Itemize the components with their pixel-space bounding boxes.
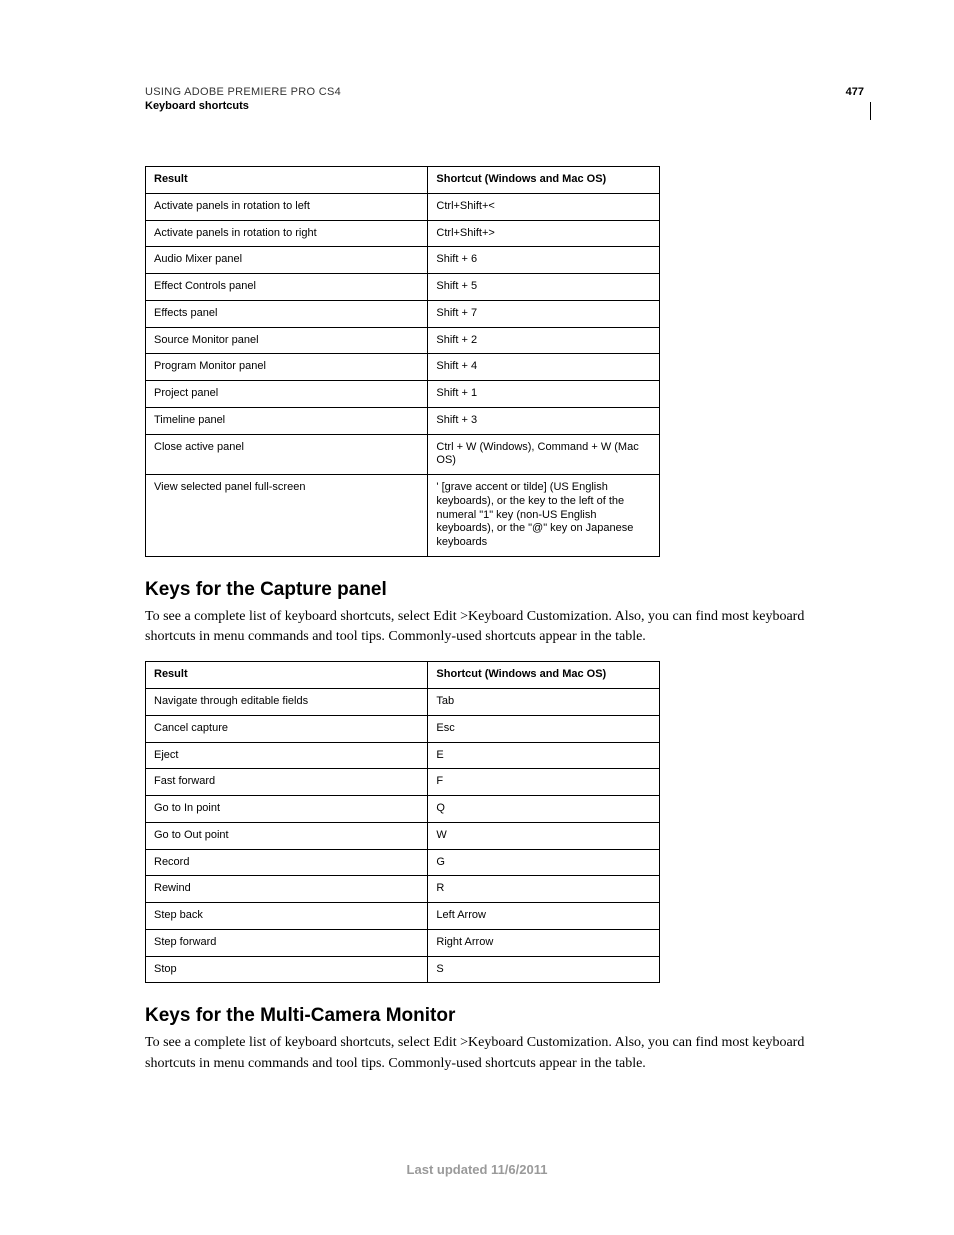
cell-result: Activate panels in rotation to right [146,220,428,247]
cell-shortcut: G [428,849,660,876]
table1-body: Activate panels in rotation to leftCtrl+… [146,193,660,556]
cell-shortcut: Shift + 6 [428,247,660,274]
table-row: Cancel captureEsc [146,715,660,742]
cell-result: Source Monitor panel [146,327,428,354]
cell-result: Step back [146,903,428,930]
heading-multicam: Keys for the Multi-Camera Monitor [145,1005,845,1027]
table-row: Go to Out pointW [146,822,660,849]
cell-shortcut: R [428,876,660,903]
cell-result: Navigate through editable fields [146,689,428,716]
cell-shortcut: S [428,956,660,983]
heading-capture: Keys for the Capture panel [145,579,845,601]
cell-result: Stop [146,956,428,983]
table-row: Source Monitor panelShift + 2 [146,327,660,354]
table-row: Close active panelCtrl + W (Windows), Co… [146,434,660,475]
cell-shortcut: Tab [428,689,660,716]
cell-shortcut: Shift + 3 [428,407,660,434]
cell-shortcut: W [428,822,660,849]
page-number-rule [870,102,871,120]
cell-result: Audio Mixer panel [146,247,428,274]
table-row: Fast forwardF [146,769,660,796]
col-header-result: Result [146,662,428,689]
col-header-shortcut: Shortcut (Windows and Mac OS) [428,662,660,689]
table-row: View selected panel full-screen' [grave … [146,475,660,557]
table-row: EjectE [146,742,660,769]
cell-result: Fast forward [146,769,428,796]
table-row: Effects panelShift + 7 [146,300,660,327]
table-row: Step forwardRight Arrow [146,929,660,956]
cell-shortcut: Ctrl+Shift+< [428,193,660,220]
cell-result: Close active panel [146,434,428,475]
table-row: RewindR [146,876,660,903]
table-row: StopS [146,956,660,983]
cell-result: Cancel capture [146,715,428,742]
cell-result: Program Monitor panel [146,354,428,381]
table-row: Timeline panelShift + 3 [146,407,660,434]
cell-result: Step forward [146,929,428,956]
cell-result: Effects panel [146,300,428,327]
table-row: Project panelShift + 1 [146,381,660,408]
table-row: Navigate through editable fieldsTab [146,689,660,716]
cell-shortcut: Right Arrow [428,929,660,956]
cell-result: Effect Controls panel [146,274,428,301]
cell-shortcut: Esc [428,715,660,742]
cell-shortcut: Left Arrow [428,903,660,930]
cell-result: Activate panels in rotation to left [146,193,428,220]
cell-shortcut: Shift + 5 [428,274,660,301]
cell-shortcut: E [428,742,660,769]
cell-shortcut: Ctrl + W (Windows), Command + W (Mac OS) [428,434,660,475]
page-header: USING ADOBE PREMIERE PRO CS4 Keyboard sh… [145,86,864,112]
intro-capture: To see a complete list of keyboard short… [145,607,845,648]
cell-shortcut: Shift + 4 [428,354,660,381]
table-header-row: Result Shortcut (Windows and Mac OS) [146,167,660,194]
cell-shortcut: ' [grave accent or tilde] (US English ke… [428,475,660,557]
table2-body: Navigate through editable fieldsTabCance… [146,689,660,983]
cell-shortcut: Q [428,796,660,823]
table-header-row: Result Shortcut (Windows and Mac OS) [146,662,660,689]
cell-result: Go to In point [146,796,428,823]
table-row: Go to In pointQ [146,796,660,823]
table-row: Activate panels in rotation to leftCtrl+… [146,193,660,220]
cell-result: Record [146,849,428,876]
cell-result: Rewind [146,876,428,903]
table-row: Audio Mixer panelShift + 6 [146,247,660,274]
shortcuts-table-capture: Result Shortcut (Windows and Mac OS) Nav… [145,661,660,983]
cell-result: Go to Out point [146,822,428,849]
col-header-shortcut: Shortcut (Windows and Mac OS) [428,167,660,194]
header-product-line: USING ADOBE PREMIERE PRO CS4 [145,86,864,98]
cell-shortcut: Shift + 1 [428,381,660,408]
cell-result: View selected panel full-screen [146,475,428,557]
cell-shortcut: Shift + 2 [428,327,660,354]
shortcuts-table-panels: Result Shortcut (Windows and Mac OS) Act… [145,166,660,557]
table-row: Activate panels in rotation to rightCtrl… [146,220,660,247]
page: USING ADOBE PREMIERE PRO CS4 Keyboard sh… [0,0,954,1235]
header-section-line: Keyboard shortcuts [145,100,864,112]
cell-result: Timeline panel [146,407,428,434]
cell-result: Project panel [146,381,428,408]
cell-shortcut: F [428,769,660,796]
page-number: 477 [846,86,864,98]
table-row: Program Monitor panelShift + 4 [146,354,660,381]
table-row: RecordG [146,849,660,876]
table-row: Step backLeft Arrow [146,903,660,930]
footer-last-updated: Last updated 11/6/2011 [0,1162,954,1177]
cell-shortcut: Shift + 7 [428,300,660,327]
cell-shortcut: Ctrl+Shift+> [428,220,660,247]
table-row: Effect Controls panelShift + 5 [146,274,660,301]
intro-multicam: To see a complete list of keyboard short… [145,1033,845,1074]
page-content: Result Shortcut (Windows and Mac OS) Act… [145,160,845,1088]
col-header-result: Result [146,167,428,194]
cell-result: Eject [146,742,428,769]
